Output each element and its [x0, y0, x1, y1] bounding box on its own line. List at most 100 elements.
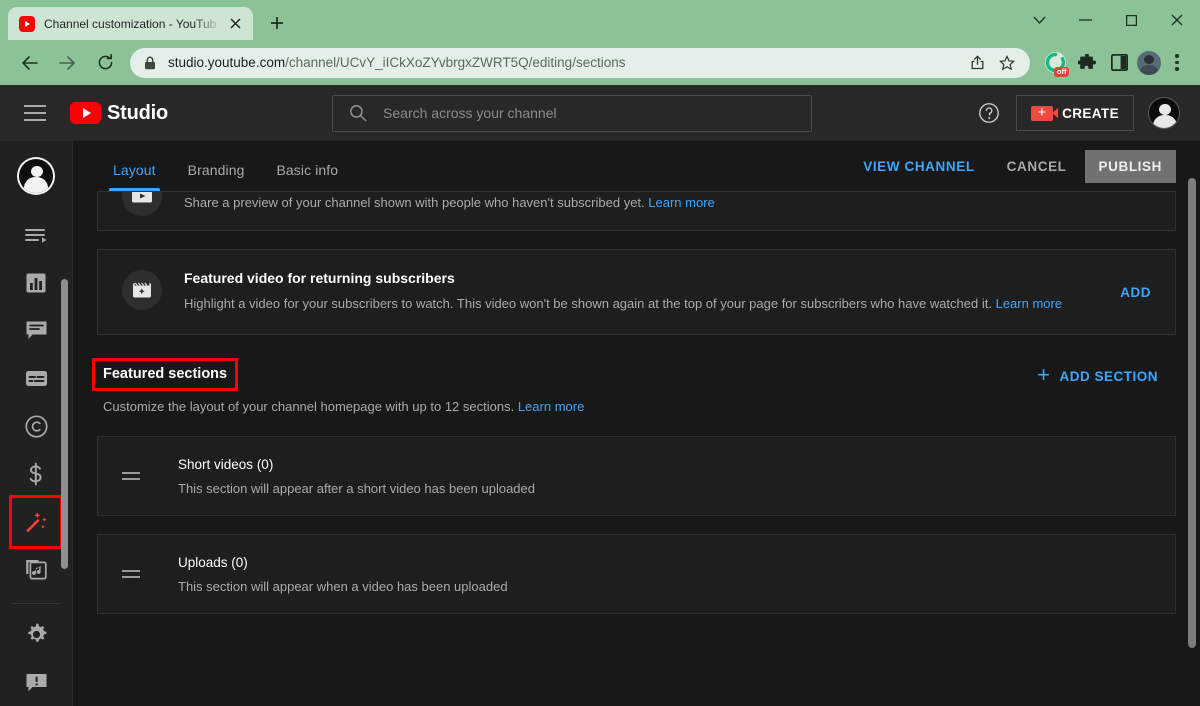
studio-header: Studio + CREATE	[0, 85, 1200, 141]
sections-learn-more-link[interactable]: Learn more	[518, 399, 584, 414]
sidebar-item-comments[interactable]	[12, 307, 60, 355]
trailer-add-button[interactable]: ADD	[1116, 191, 1151, 193]
channel-trailer-desc: Share a preview of your channel shown wi…	[184, 192, 1096, 213]
close-window-button[interactable]	[1154, 3, 1200, 37]
browser-toolbar: studio.youtube.com/channel/UCvY_iICkXoZY…	[0, 40, 1200, 85]
featured-video-body: Featured video for returning subscribers…	[184, 270, 1116, 314]
search-icon	[349, 104, 367, 122]
studio-body: Layout Branding Basic info VIEW CHANNEL …	[0, 141, 1200, 706]
url-domain: studio.youtube.com	[168, 55, 285, 70]
sidebar-item-send-feedback[interactable]	[12, 658, 60, 706]
cancel-button[interactable]: CANCEL	[993, 150, 1081, 183]
sidebar-item-customization[interactable]	[12, 498, 60, 546]
address-bar[interactable]: studio.youtube.com/channel/UCvY_iICkXoZY…	[130, 48, 1030, 78]
section-title-short-videos: Short videos (0)	[178, 457, 535, 472]
sidebar-item-analytics[interactable]	[12, 259, 60, 307]
section-row-uploads[interactable]: Uploads (0) This section will appear whe…	[97, 534, 1176, 614]
tab-strip: Channel customization - YouTub	[0, 0, 1200, 40]
search-input[interactable]	[383, 105, 795, 121]
content-area: Layout Branding Basic info VIEW CHANNEL …	[73, 141, 1200, 706]
sidebar-item-audio-library[interactable]	[12, 546, 60, 594]
channel-trailer-body: Share a preview of your channel shown wi…	[184, 192, 1116, 213]
featured-video-card: Featured video for returning subscribers…	[97, 249, 1176, 335]
featured-sections-header: Featured sections Customize the layout o…	[97, 361, 1176, 414]
chrome-profile-avatar[interactable]	[1137, 51, 1161, 75]
sidebar-item-copyright[interactable]	[12, 402, 60, 450]
sidebar-item-dashboard-avatar[interactable]	[17, 157, 55, 195]
extensions-puzzle-icon[interactable]	[1072, 48, 1102, 78]
search-box[interactable]	[332, 95, 812, 132]
publish-button[interactable]: PUBLISH	[1085, 150, 1176, 183]
tab-search-chevron-icon[interactable]	[1016, 3, 1062, 37]
section-row-body: Short videos (0) This section will appea…	[178, 457, 535, 496]
video-trailer-icon	[122, 191, 162, 216]
search-area	[168, 95, 976, 132]
share-icon[interactable]	[966, 52, 988, 74]
reload-button[interactable]	[90, 48, 120, 78]
section-title-uploads: Uploads (0)	[178, 555, 508, 570]
drag-handle-icon[interactable]	[122, 472, 146, 480]
page-scrollbar[interactable]	[1188, 178, 1196, 648]
page-viewport: Studio + CREATE	[0, 85, 1200, 706]
trailer-learn-more-link[interactable]: Learn more	[648, 195, 714, 210]
layout-tabs-row: Layout Branding Basic info VIEW CHANNEL …	[73, 141, 1200, 191]
tab-branding[interactable]: Branding	[172, 162, 261, 191]
studio-sidebar	[0, 141, 73, 706]
youtube-studio-logo[interactable]: Studio	[70, 102, 168, 125]
tab-layout[interactable]: Layout	[97, 162, 172, 191]
add-section-label: ADD SECTION	[1059, 369, 1158, 384]
youtube-favicon-icon	[19, 16, 35, 32]
browser-tab[interactable]: Channel customization - YouTub	[8, 7, 253, 40]
featured-sections-title: Featured sections	[103, 366, 227, 382]
section-row-body: Uploads (0) This section will appear whe…	[178, 555, 508, 594]
window-controls	[1016, 0, 1200, 40]
adblock-extension-icon[interactable]: off	[1040, 48, 1070, 78]
adblock-off-badge: off	[1054, 67, 1069, 77]
featured-learn-more-link[interactable]: Learn more	[996, 296, 1062, 311]
create-button[interactable]: + CREATE	[1016, 95, 1134, 131]
new-tab-button[interactable]	[263, 9, 291, 37]
featured-sections-subtitle: Customize the layout of your channel hom…	[103, 399, 1037, 414]
sidebar-scrollbar[interactable]	[61, 279, 68, 569]
tab-title: Channel customization - YouTub	[44, 17, 225, 31]
featured-sections-header-left: Featured sections Customize the layout o…	[97, 361, 1037, 414]
three-dot-menu-icon[interactable]	[1164, 48, 1190, 78]
hamburger-menu-icon[interactable]	[24, 101, 48, 125]
channel-trailer-card: Share a preview of your channel shown wi…	[97, 191, 1176, 231]
create-camera-icon: +	[1031, 106, 1053, 121]
back-button[interactable]	[14, 48, 44, 78]
help-question-icon[interactable]	[976, 100, 1002, 126]
studio-logo-text: Studio	[107, 102, 168, 125]
featured-video-icon	[122, 270, 162, 310]
plus-icon: +	[1037, 364, 1050, 386]
youtube-play-icon	[70, 102, 101, 124]
create-button-label: CREATE	[1062, 106, 1119, 121]
section-desc-short-videos: This section will appear after a short v…	[178, 481, 535, 496]
url-path: /channel/UCvY_iICkXoZYvbrgxZWRT5Q/editin…	[285, 55, 625, 70]
scroll-pane: Share a preview of your channel shown wi…	[73, 191, 1200, 706]
customization-tabs: Layout Branding Basic info	[97, 162, 354, 191]
forward-button[interactable]	[52, 48, 82, 78]
sidebar-item-content[interactable]	[12, 211, 60, 259]
featured-sections-title-highlight: Featured sections	[95, 361, 235, 388]
sidebar-item-settings[interactable]	[12, 610, 60, 658]
minimize-button[interactable]	[1062, 3, 1108, 37]
tab-close-icon[interactable]	[225, 14, 245, 34]
featured-video-title: Featured video for returning subscribers	[184, 270, 1096, 286]
page-actions: VIEW CHANNEL CANCEL PUBLISH	[849, 150, 1176, 191]
side-panel-icon[interactable]	[1104, 48, 1134, 78]
maximize-button[interactable]	[1108, 3, 1154, 37]
sidebar-item-subtitles[interactable]	[12, 354, 60, 402]
section-row-short-videos[interactable]: Short videos (0) This section will appea…	[97, 436, 1176, 516]
sidebar-divider	[12, 603, 61, 604]
sidebar-item-earn[interactable]	[12, 450, 60, 498]
view-channel-button[interactable]: VIEW CHANNEL	[849, 150, 988, 183]
bookmark-star-icon[interactable]	[996, 52, 1018, 74]
tab-basic-info[interactable]: Basic info	[260, 162, 354, 191]
channel-avatar[interactable]	[1148, 97, 1180, 129]
featured-add-button[interactable]: ADD	[1116, 285, 1151, 300]
browser-window: Channel customization - YouTub	[0, 0, 1200, 706]
lock-icon	[144, 56, 158, 70]
drag-handle-icon[interactable]	[122, 570, 146, 578]
add-section-button[interactable]: + ADD SECTION	[1037, 366, 1176, 386]
